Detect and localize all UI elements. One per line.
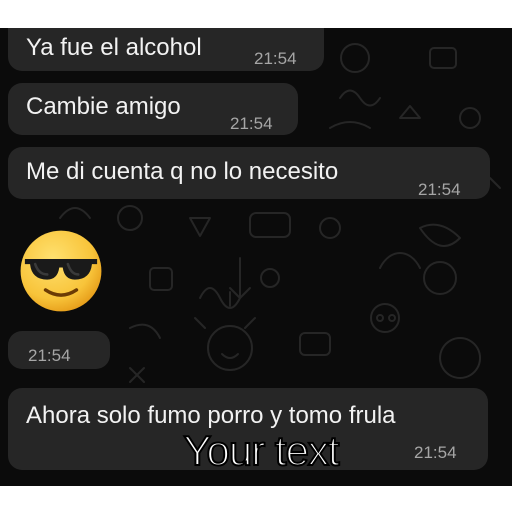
message-bubble[interactable]: Ya fue el alcohol 21:54 [8, 28, 324, 71]
message-bubble[interactable]: Cambie amigo 21:54 [8, 83, 298, 135]
message-text: Cambie amigo [26, 93, 181, 120]
message-text: Ya fue el alcohol [26, 34, 202, 61]
meme-image: Ya fue el alcohol 21:54 Cambie amigo 21:… [0, 0, 512, 512]
sunglasses-emoji-icon[interactable] [18, 228, 104, 314]
message-timestamp: 21:54 [414, 443, 457, 462]
message-timestamp: 21:54 [230, 114, 273, 133]
message-timestamp: 21:54 [28, 346, 71, 365]
message-timestamp: 21:54 [254, 49, 297, 68]
chat-conversation[interactable]: Ya fue el alcohol 21:54 Cambie amigo 21:… [0, 28, 512, 486]
message-text: Me di cuenta q no lo necesito [26, 158, 339, 185]
message-bubble[interactable]: Me di cuenta q no lo necesito 21:54 [8, 147, 490, 199]
message-timestamp: 21:54 [418, 180, 461, 199]
meme-caption: Your text [182, 427, 340, 475]
message-bubble[interactable]: 21:54 [8, 331, 110, 369]
